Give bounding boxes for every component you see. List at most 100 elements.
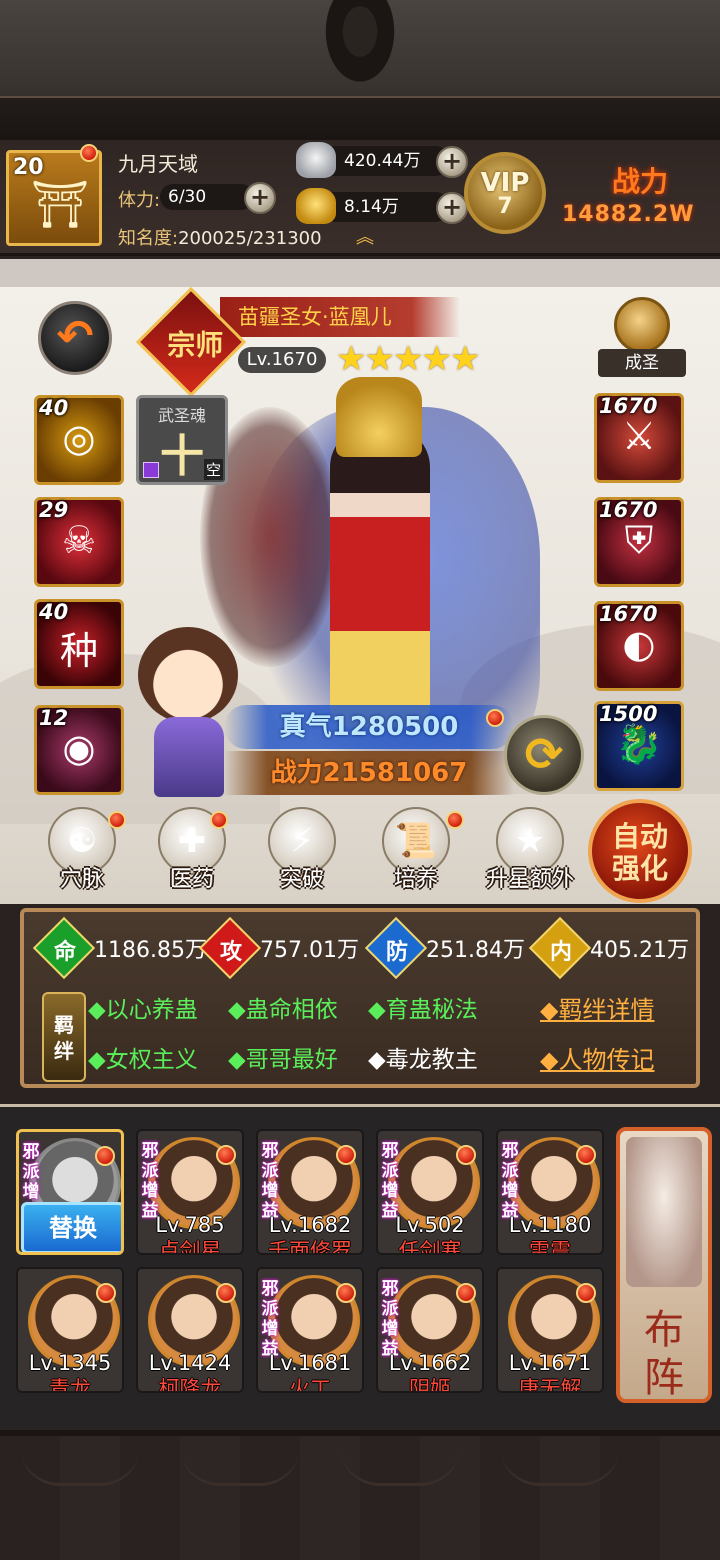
roof-decoration	[0, 0, 720, 140]
function-button-star-up[interactable]: ★ 升星额外	[486, 807, 574, 893]
member-name: 柯降龙	[158, 1377, 222, 1393]
bond-item-inactive: ◆毒龙教主	[368, 1047, 478, 1073]
member-name: 阴姬	[409, 1377, 451, 1393]
lineup-member-current[interactable]: 邪派增益 替换	[16, 1129, 124, 1255]
lineup-member[interactable]: 邪派增益 Lv.1662 阴姬	[376, 1267, 484, 1393]
silver-ingot-icon	[296, 142, 336, 178]
stat-value: 251.84万	[426, 938, 525, 963]
equipment-level: 12	[39, 706, 69, 730]
bond-item: ◆哥哥最好	[228, 1047, 338, 1073]
notification-dot	[336, 1283, 356, 1303]
auto-enhance-line2: 强化	[611, 852, 668, 885]
gold-ingot-icon	[296, 188, 336, 224]
buff-tag: 邪派增益	[261, 1279, 279, 1359]
roof-beam	[0, 96, 720, 140]
lineup-member[interactable]: Lv.1345 青龙	[16, 1267, 124, 1393]
vip-level: 7	[497, 194, 513, 219]
member-level: Lv.1424	[148, 1351, 232, 1375]
player-avatar[interactable]: 20 ⛩	[6, 150, 102, 246]
replace-button[interactable]: 替换	[21, 1202, 121, 1252]
buff-tag: 邪派增益	[141, 1141, 159, 1221]
silver-amount: 420.44万	[344, 151, 421, 171]
function-button-breakthrough[interactable]: ⚡ 突破	[262, 807, 342, 893]
lineup-member[interactable]: Lv.1671 唐无解	[496, 1267, 604, 1393]
member-name: 任剑寒	[398, 1239, 462, 1255]
floor-arc	[20, 1446, 140, 1486]
formation-button[interactable]: 布 阵	[616, 1127, 712, 1403]
player-name: 九月天域	[118, 152, 198, 176]
hero-illustration[interactable]	[330, 427, 430, 727]
lineup-member[interactable]: 邪派增益 Lv.1682 千面修罗	[256, 1129, 364, 1255]
buddha-icon	[614, 297, 670, 353]
equipment-slot-right-3[interactable]: ◐ 1670	[594, 601, 684, 691]
floor-arc	[500, 1446, 620, 1486]
hero-headdress	[336, 377, 422, 457]
equipment-icon: 🐉	[615, 722, 663, 766]
fame: 知名度:200025/231300	[118, 224, 322, 250]
hero-level: Lv.1670	[238, 347, 326, 373]
member-name: 卢剑星	[158, 1239, 222, 1255]
total-power-label: 战力	[612, 165, 669, 198]
auto-enhance-button[interactable]: 自动 强化	[588, 799, 692, 903]
equipment-level: 1500	[599, 702, 658, 726]
notification-dot	[216, 1145, 236, 1165]
buff-tag: 邪派增益	[261, 1141, 279, 1221]
vip-badge[interactable]: VIP 7	[464, 152, 546, 234]
lineup-member[interactable]: Lv.1424 柯降龙	[136, 1267, 244, 1393]
biography-link[interactable]: ◆人物传记	[540, 1040, 654, 1075]
rank-seal[interactable]: 成圣	[598, 297, 688, 387]
function-label: 升星额外	[485, 867, 574, 892]
equipment-level: 1670	[599, 394, 658, 418]
member-name: 青龙	[49, 1377, 91, 1393]
hero-grade: 宗师	[167, 328, 224, 362]
silver-currency: 420.44万	[296, 142, 450, 178]
buff-tag: 邪派增益	[501, 1141, 519, 1221]
floor-arc	[340, 1446, 460, 1486]
equipment-level: 40	[39, 396, 69, 420]
notification-dot	[456, 1145, 476, 1165]
equipment-icon: ☠	[61, 518, 97, 562]
add-stamina-button[interactable]: +	[244, 182, 276, 214]
player-header: 20 ⛩ 九月天域 体力: 6/30 + 知名度:200025/231300 ︽…	[0, 140, 720, 256]
equipment-slot-right-4[interactable]: 🐉 1500	[594, 701, 684, 791]
function-button-cultivate[interactable]: 📜 培养	[376, 807, 456, 893]
equipment-slot-left-2[interactable]: ☠ 29	[34, 497, 124, 587]
martial-soul-slot[interactable]: 武圣魂 十 空	[136, 395, 228, 485]
stat-value: 757.01万	[260, 938, 359, 963]
equipment-level: 40	[39, 600, 69, 624]
swap-hero-button[interactable]: ⟳	[504, 715, 584, 795]
stamina-label: 体力:	[118, 190, 161, 211]
star-icon: ★	[364, 339, 395, 379]
bond-details-link[interactable]: ◆羁绊详情	[540, 990, 654, 1025]
total-power-value: 14882.2W	[562, 202, 695, 227]
function-label: 培养	[393, 867, 438, 892]
lineup-member[interactable]: 邪派增益 Lv.1180 雷震	[496, 1129, 604, 1255]
stat-row: 命 1186.85万 攻 757.01万 防 251.84万 内 405.21万	[32, 916, 692, 980]
equipment-slot-left-4[interactable]: ◉ 12	[34, 705, 124, 795]
floor-arc	[180, 1446, 300, 1486]
stat-key: 内	[549, 940, 572, 965]
function-label: 医药	[169, 867, 214, 892]
lineup-member[interactable]: 邪派增益 Lv.502 任剑寒	[376, 1129, 484, 1255]
hero-qi: 真气1280500	[224, 705, 514, 749]
equipment-slot-left-3[interactable]: 种 40	[34, 599, 124, 689]
add-silver-button[interactable]: +	[436, 146, 468, 178]
gold-amount: 8.14万	[344, 197, 399, 217]
lineup-member[interactable]: 邪派增益 Lv.785 卢剑星	[136, 1129, 244, 1255]
hero-stars: ★★★★★	[336, 339, 480, 379]
equipment-slot-right-1[interactable]: ⚔ 1670	[594, 393, 684, 483]
back-button[interactable]: ↶	[38, 301, 112, 375]
equipment-slot-left-1[interactable]: ◎ 40	[34, 395, 124, 485]
lineup-member[interactable]: 邪派增益 Lv.1681 火工	[256, 1267, 364, 1393]
equipment-icon: ◎	[62, 416, 96, 460]
notification-dot	[80, 144, 98, 162]
chibi-head	[138, 627, 238, 723]
equipment-slot-right-2[interactable]: ⛨ 1670	[594, 497, 684, 587]
chevron-up-icon[interactable]: ︽	[350, 228, 380, 248]
notification-dot	[486, 709, 504, 727]
stat-value: 405.21万	[590, 938, 689, 963]
star-icon: ★	[392, 339, 424, 379]
formation-label-2: 阵	[644, 1355, 684, 1401]
hero-name: 苗疆圣女·蓝凰儿	[220, 297, 460, 337]
member-name: 唐无解	[518, 1377, 582, 1393]
